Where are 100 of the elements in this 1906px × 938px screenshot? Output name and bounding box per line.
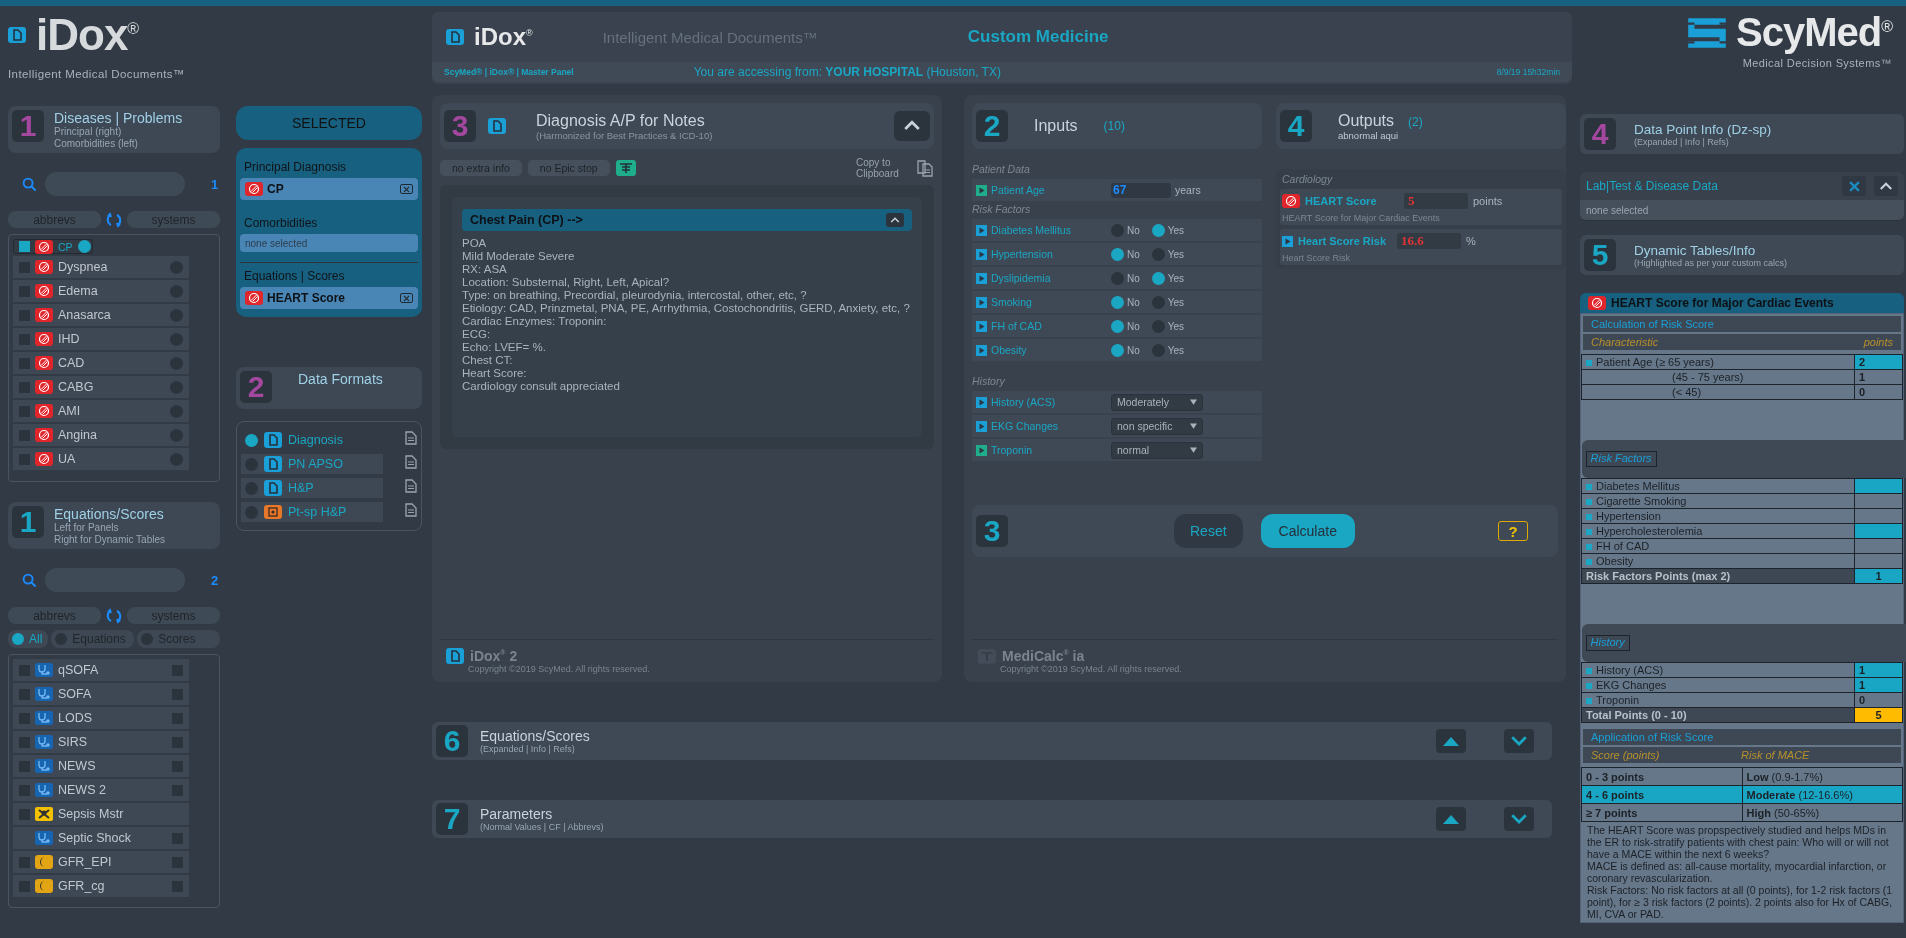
checkbox[interactable] (19, 856, 30, 868)
checkbox[interactable] (19, 261, 30, 273)
checkbox[interactable] (172, 832, 183, 844)
checkbox[interactable] (19, 760, 30, 772)
radio-dot[interactable] (170, 404, 183, 418)
document-icon[interactable] (405, 503, 417, 517)
checkbox[interactable] (19, 784, 30, 796)
radio-dot[interactable] (55, 633, 68, 645)
radio-option[interactable]: Yes (1151, 343, 1185, 357)
filter-option[interactable]: All (8, 630, 49, 648)
radio-dot[interactable] (12, 633, 24, 645)
copy-icon[interactable] (916, 159, 934, 177)
radio-option[interactable]: Yes (1151, 295, 1185, 309)
radio-option[interactable]: Yes (1151, 247, 1185, 261)
equation-item[interactable]: Sepsis Mstr (13, 803, 189, 825)
checkbox[interactable] (172, 760, 183, 772)
radio-dot[interactable] (1151, 295, 1165, 309)
collapse-button[interactable] (1436, 729, 1466, 753)
selected-chip[interactable]: CP (240, 178, 418, 200)
document-icon[interactable] (405, 455, 417, 469)
disease-item[interactable]: UA (13, 448, 189, 470)
checkbox[interactable] (19, 429, 30, 441)
document-icon[interactable] (405, 431, 417, 445)
radio-dot[interactable] (1111, 295, 1124, 309)
checkbox[interactable] (19, 736, 30, 748)
equation-item[interactable]: qSOFA (13, 659, 189, 681)
help-button[interactable]: ? (1498, 521, 1528, 541)
dropdown[interactable]: Moderately (1111, 393, 1203, 411)
radio-dot[interactable] (170, 380, 183, 394)
disease-item[interactable]: Edema (13, 280, 189, 302)
checkbox[interactable] (19, 712, 30, 724)
radio-option[interactable]: No (1111, 271, 1140, 285)
radio-option[interactable]: Yes (1151, 319, 1185, 333)
checkbox[interactable] (19, 241, 30, 252)
checkbox[interactable] (19, 357, 30, 369)
collapse-button[interactable] (1436, 807, 1466, 831)
calculate-button[interactable]: Calculate (1260, 514, 1355, 548)
disease-item[interactable]: CABG (13, 376, 189, 398)
radio-dot[interactable] (1111, 319, 1124, 333)
radio-option[interactable]: No (1111, 247, 1140, 261)
collapse-button[interactable] (886, 213, 904, 227)
document-icon[interactable] (405, 479, 417, 493)
radio-dot[interactable] (170, 332, 183, 346)
radio-dot[interactable] (1151, 319, 1165, 333)
checkbox[interactable] (19, 453, 30, 465)
checkbox[interactable] (172, 712, 183, 724)
format-item[interactable]: Diagnosis (241, 430, 383, 450)
search-icon[interactable] (22, 176, 37, 192)
radio-dot[interactable] (245, 481, 258, 495)
disease-item[interactable]: IHD (13, 328, 189, 350)
checkbox[interactable] (172, 688, 183, 700)
radio-option[interactable]: No (1111, 319, 1140, 333)
checkbox[interactable] (19, 381, 30, 393)
checkbox[interactable] (172, 784, 183, 796)
checkbox[interactable] (172, 736, 183, 748)
radio-dot[interactable] (170, 452, 183, 466)
radio-dot[interactable] (1111, 343, 1124, 357)
expand-button[interactable] (1504, 729, 1534, 753)
radio-dot[interactable] (170, 308, 183, 322)
radio-option[interactable]: No (1111, 343, 1140, 357)
radio-dot[interactable] (170, 260, 183, 274)
dropdown[interactable]: normal (1111, 441, 1203, 459)
radio-dot[interactable] (1151, 271, 1165, 285)
remove-button[interactable] (400, 293, 413, 303)
collapse-button[interactable] (894, 111, 930, 141)
radio-dot[interactable] (170, 356, 183, 370)
equation-item[interactable]: Septic Shock (13, 827, 189, 849)
remove-button[interactable] (400, 184, 413, 194)
close-button[interactable] (1842, 176, 1866, 196)
radio-dot[interactable] (1151, 223, 1165, 237)
equation-item[interactable]: NEWS (13, 755, 189, 777)
radio-option[interactable]: No (1111, 223, 1140, 237)
number-field[interactable]: 67 (1111, 182, 1171, 198)
radio-dot[interactable] (1111, 247, 1124, 261)
radio-dot[interactable] (1111, 223, 1124, 237)
equation-item[interactable]: GFR_EPI (13, 851, 189, 873)
equation-item[interactable]: SIRS (13, 731, 189, 753)
checkbox[interactable] (19, 880, 30, 892)
collapse-button[interactable] (1874, 176, 1898, 196)
checkbox[interactable] (19, 808, 30, 820)
radio-option[interactable]: Yes (1151, 223, 1185, 237)
disease-item[interactable]: CAD (13, 352, 189, 374)
equation-item[interactable]: NEWS 2 (13, 779, 189, 801)
radio-dot[interactable] (141, 633, 154, 645)
equation-item[interactable]: LODS (13, 707, 189, 729)
checkbox[interactable] (19, 405, 30, 417)
search-icon[interactable] (22, 572, 37, 588)
refresh-icon[interactable] (105, 211, 123, 228)
copy-label[interactable]: Copy to Clipboard (856, 157, 910, 179)
equation-item[interactable]: GFR_cg (13, 875, 189, 897)
checkbox[interactable] (19, 688, 30, 700)
checkbox[interactable] (172, 664, 183, 676)
radio-option[interactable]: No (1111, 295, 1140, 309)
selected-chip[interactable]: HEART Score (240, 287, 418, 309)
checkbox[interactable] (19, 309, 30, 321)
checkbox[interactable] (19, 333, 30, 345)
radio-dot[interactable] (77, 240, 91, 253)
disease-item[interactable]: Dyspnea (13, 256, 189, 278)
refresh-icon[interactable] (105, 607, 123, 624)
radio-dot[interactable] (170, 284, 183, 298)
